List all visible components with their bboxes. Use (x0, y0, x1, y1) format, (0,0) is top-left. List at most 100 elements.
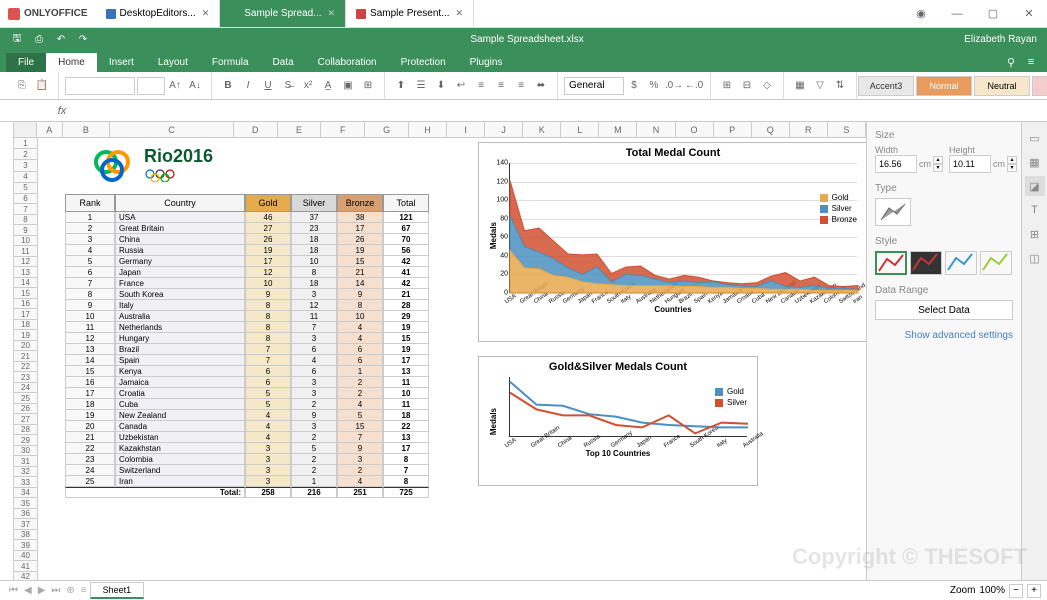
cell-bronze[interactable]: 4 (337, 399, 383, 410)
menu-tab-layout[interactable]: Layout (146, 53, 200, 72)
cell-country[interactable]: New Zealand (115, 410, 245, 421)
prev-sheet-icon[interactable]: ◀ (21, 585, 35, 596)
row-header[interactable]: 18 (14, 320, 38, 331)
last-sheet-icon[interactable]: ⏭ (48, 585, 63, 596)
cell-total[interactable]: 17 (383, 443, 429, 454)
row-header[interactable]: 22 (14, 362, 38, 373)
menu-tab-data[interactable]: Data (261, 53, 306, 72)
cell-rank[interactable]: 12 (65, 333, 115, 344)
cell-silver[interactable]: 7 (291, 322, 337, 333)
height-down[interactable]: ▾ (1007, 164, 1017, 172)
cell-bronze[interactable]: 15 (337, 421, 383, 432)
text-settings-icon[interactable]: T (1025, 200, 1045, 220)
filter-icon[interactable]: ▽ (811, 77, 829, 95)
menu-tab-plugins[interactable]: Plugins (458, 53, 515, 72)
align-top-icon[interactable]: ⬆ (392, 77, 410, 95)
pivot-settings-icon[interactable]: ◫ (1025, 248, 1045, 268)
inc-decimal-icon[interactable]: .0→ (665, 77, 683, 95)
cell-bronze[interactable]: 19 (337, 245, 383, 256)
cell-gold[interactable]: 5 (245, 399, 291, 410)
cell-rank[interactable]: 19 (65, 410, 115, 421)
minimize-button[interactable]: — (939, 0, 975, 28)
cell-rank[interactable]: 11 (65, 322, 115, 333)
row-header[interactable]: 13 (14, 267, 38, 278)
row-header[interactable]: 34 (14, 488, 38, 499)
cell-country[interactable]: Iran (115, 476, 245, 487)
zoom-in-button[interactable]: + (1027, 584, 1041, 598)
super-icon[interactable]: x² (299, 77, 317, 95)
cell-country[interactable]: Uzbekistan (115, 432, 245, 443)
cell-rank[interactable]: 20 (65, 421, 115, 432)
cell-total[interactable]: 121 (383, 212, 429, 223)
percent-icon[interactable]: % (645, 77, 663, 95)
cell-rank[interactable]: 2 (65, 223, 115, 234)
cell-bronze[interactable]: 21 (337, 267, 383, 278)
cell-silver[interactable]: 11 (291, 311, 337, 322)
cell-silver[interactable]: 4 (291, 355, 337, 366)
row-header[interactable]: 42 (14, 572, 38, 580)
row-header[interactable]: 20 (14, 341, 38, 352)
cell-bronze[interactable]: 14 (337, 278, 383, 289)
row-header[interactable]: 24 (14, 383, 38, 394)
column-header[interactable]: D (234, 122, 278, 137)
cell-rank[interactable]: 23 (65, 454, 115, 465)
total-gold[interactable]: 258 (245, 487, 291, 498)
cell-rank[interactable]: 16 (65, 377, 115, 388)
next-sheet-icon[interactable]: ▶ (35, 585, 49, 596)
image-settings-icon[interactable]: ▦ (1025, 152, 1045, 172)
menu-tab-file[interactable]: File (6, 53, 46, 72)
close-button[interactable]: ✕ (1011, 0, 1047, 28)
cell-bronze[interactable]: 9 (337, 289, 383, 300)
select-data-button[interactable]: Select Data (875, 300, 1013, 320)
menu-tab-protection[interactable]: Protection (389, 53, 458, 72)
style-thumb-2[interactable] (910, 251, 942, 275)
italic-icon[interactable]: I (239, 77, 257, 95)
cell-gold[interactable]: 26 (245, 234, 291, 245)
row-header[interactable]: 4 (14, 172, 38, 183)
height-up[interactable]: ▴ (1007, 156, 1017, 164)
style-thumb-1[interactable] (875, 251, 907, 275)
cell-total[interactable]: 11 (383, 399, 429, 410)
undo-icon[interactable]: ↶ (50, 28, 72, 50)
row-header[interactable]: 31 (14, 456, 38, 467)
cell-silver[interactable]: 9 (291, 410, 337, 421)
cell-total[interactable]: 28 (383, 300, 429, 311)
cell-rank[interactable]: 14 (65, 355, 115, 366)
cell-gold[interactable]: 4 (245, 421, 291, 432)
fill-color-icon[interactable]: ▣ (339, 77, 357, 95)
cell-total[interactable]: 67 (383, 223, 429, 234)
column-header[interactable]: O (676, 122, 714, 137)
height-input[interactable] (949, 155, 991, 173)
row-header[interactable]: 5 (14, 183, 38, 194)
cell-total[interactable]: 7 (383, 465, 429, 476)
cell-rank[interactable]: 21 (65, 432, 115, 443)
cell-bronze[interactable]: 5 (337, 410, 383, 421)
cell-total[interactable]: 11 (383, 377, 429, 388)
redo-icon[interactable]: ↷ (72, 28, 94, 50)
row-header[interactable]: 32 (14, 467, 38, 478)
cell-rank[interactable]: 22 (65, 443, 115, 454)
currency-icon[interactable]: $ (625, 77, 643, 95)
cell-gold[interactable]: 6 (245, 377, 291, 388)
style-thumb-3[interactable] (945, 251, 977, 275)
clear-icon[interactable]: ◇ (758, 77, 776, 95)
tab-close-icon[interactable]: ✕ (202, 8, 210, 19)
tab-close-icon[interactable]: ✕ (328, 8, 336, 19)
cell-total[interactable]: 42 (383, 278, 429, 289)
add-sheet-icon[interactable]: ⊕ (63, 585, 77, 596)
cell-bronze[interactable]: 10 (337, 311, 383, 322)
sheet-list-icon[interactable]: ≡ (78, 585, 90, 596)
row-header[interactable]: 21 (14, 351, 38, 362)
cell-gold[interactable]: 27 (245, 223, 291, 234)
strike-icon[interactable]: S̶ (279, 77, 297, 95)
cell-country[interactable]: Australia (115, 311, 245, 322)
cell-rank[interactable]: 3 (65, 234, 115, 245)
borders-icon[interactable]: ⊞ (359, 77, 377, 95)
chart-type-thumb[interactable] (875, 198, 911, 226)
user-name[interactable]: Elizabeth Rayan (954, 34, 1047, 45)
cell-country[interactable]: Kazakhstan (115, 443, 245, 454)
cell-silver[interactable]: 18 (291, 234, 337, 245)
row-header[interactable]: 27 (14, 414, 38, 425)
cell-silver[interactable]: 23 (291, 223, 337, 234)
cell-silver[interactable]: 6 (291, 366, 337, 377)
